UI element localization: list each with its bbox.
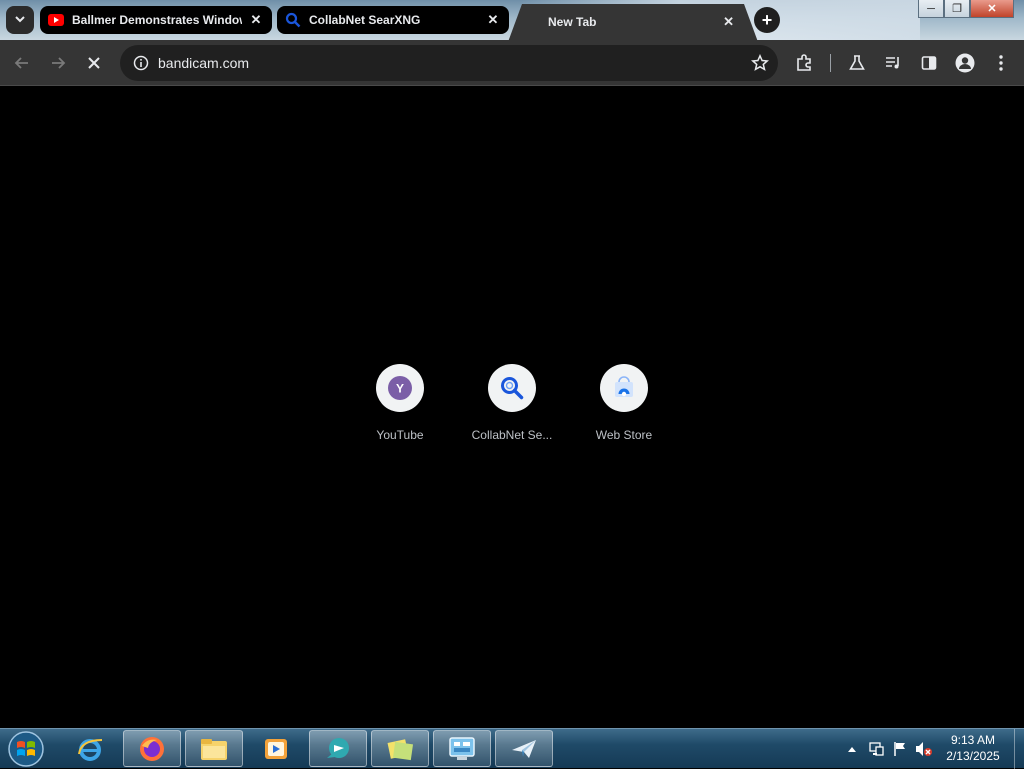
media-player-icon xyxy=(265,738,287,759)
labs-flask-icon[interactable] xyxy=(846,52,868,74)
taskbar-clock[interactable]: 9:13 AM 2/13/2025 xyxy=(930,732,1016,764)
back-icon[interactable] xyxy=(11,52,33,74)
close-tab-icon[interactable]: ✕ xyxy=(723,14,734,30)
tab-collabnet[interactable]: CollabNet SearXNG ✕ xyxy=(277,6,509,34)
chat-app-icon xyxy=(327,737,349,758)
tab-strip: Ballmer Demonstrates Windows 1.0 ✕ Colla… xyxy=(0,0,1024,40)
taskbar-file-explorer[interactable] xyxy=(185,730,243,767)
taskbar-sticky-notes[interactable] xyxy=(371,730,429,767)
media-controls-icon[interactable] xyxy=(882,52,904,74)
youtube-icon xyxy=(48,12,64,28)
forward-icon[interactable] xyxy=(47,52,69,74)
taskbar-internet-explorer[interactable] xyxy=(61,730,119,767)
show-desktop-button[interactable] xyxy=(1014,729,1024,769)
control-panel-icon xyxy=(449,736,475,760)
taskbar-control-panel[interactable] xyxy=(433,730,491,767)
taskbar-chat-app[interactable] xyxy=(309,730,367,767)
close-tab-icon[interactable]: ✕ xyxy=(248,12,264,28)
action-center-flag-icon[interactable] xyxy=(890,739,910,759)
chevron-down-icon xyxy=(14,13,26,28)
shortcut-web-store[interactable]: Web Store xyxy=(568,364,680,442)
web-store-icon xyxy=(615,376,633,397)
internet-explorer-icon xyxy=(78,738,103,761)
close-tab-icon[interactable]: ✕ xyxy=(485,12,501,28)
taskbar-media-player[interactable] xyxy=(247,730,305,767)
tab-search-button[interactable] xyxy=(6,6,34,34)
shortcut-youtube[interactable]: Y YouTube xyxy=(344,364,456,442)
shortcut-label: YouTube xyxy=(376,428,424,442)
site-info-icon[interactable] xyxy=(132,54,150,72)
shortcut-letter: Y xyxy=(396,382,404,396)
tab-new-tab[interactable]: New Tab ✕ xyxy=(508,4,758,40)
search-icon xyxy=(501,377,524,400)
system-tray xyxy=(842,729,938,769)
address-bar[interactable]: bandicam.com xyxy=(120,45,778,81)
taskbar-mail-app[interactable] xyxy=(495,730,553,767)
shortcut-icon-circle: Y xyxy=(376,364,424,412)
shortcut-icon-circle xyxy=(600,364,648,412)
tab-ballmer[interactable]: Ballmer Demonstrates Windows 1.0 ✕ xyxy=(40,6,272,34)
maximize-button[interactable]: ❐ xyxy=(944,0,970,18)
shortcut-icon-circle xyxy=(488,364,536,412)
clock-date: 2/13/2025 xyxy=(946,749,1000,763)
network-icon[interactable] xyxy=(866,739,886,759)
new-tab-page: Y YouTube CollabNet Se... Web Store xyxy=(0,87,1024,728)
stop-loading-icon[interactable] xyxy=(83,52,105,74)
tab-title: Ballmer Demonstrates Windows 1.0 xyxy=(72,13,242,27)
shortcut-collabnet[interactable]: CollabNet Se... xyxy=(456,364,568,442)
mail-app-icon xyxy=(512,739,536,758)
tab-title: New Tab xyxy=(548,15,597,29)
close-window-button[interactable]: ✕ xyxy=(970,0,1014,18)
firefox-icon xyxy=(140,736,164,761)
taskbar: 9:13 AM 2/13/2025 xyxy=(0,728,1024,769)
new-tab-button[interactable]: + xyxy=(754,7,780,33)
file-explorer-icon xyxy=(201,738,227,760)
start-button[interactable] xyxy=(6,730,46,768)
search-icon xyxy=(285,12,301,28)
clock-time: 9:13 AM xyxy=(950,733,996,747)
sticky-notes-icon xyxy=(387,738,414,760)
side-panel-icon[interactable] xyxy=(918,52,940,74)
show-hidden-icons-icon[interactable] xyxy=(842,739,862,759)
shortcut-label: Web Store xyxy=(595,428,653,442)
shortcut-label: CollabNet Se... xyxy=(471,428,553,442)
extensions-icon[interactable] xyxy=(793,52,815,74)
browser-toolbar: bandicam.com xyxy=(0,40,1024,86)
window-controls: ─ ❐ ✕ xyxy=(918,0,1014,18)
bookmark-star-icon[interactable] xyxy=(742,54,778,72)
tab-title: CollabNet SearXNG xyxy=(309,13,421,27)
toolbar-separator xyxy=(830,54,831,72)
profile-avatar-icon[interactable] xyxy=(954,52,976,74)
address-bar-url: bandicam.com xyxy=(158,55,250,71)
minimize-button[interactable]: ─ xyxy=(918,0,944,18)
taskbar-firefox[interactable] xyxy=(123,730,181,767)
menu-kebab-icon[interactable] xyxy=(990,52,1012,74)
windows-logo-icon xyxy=(8,731,44,767)
youtube-letter-icon: Y xyxy=(388,376,412,400)
